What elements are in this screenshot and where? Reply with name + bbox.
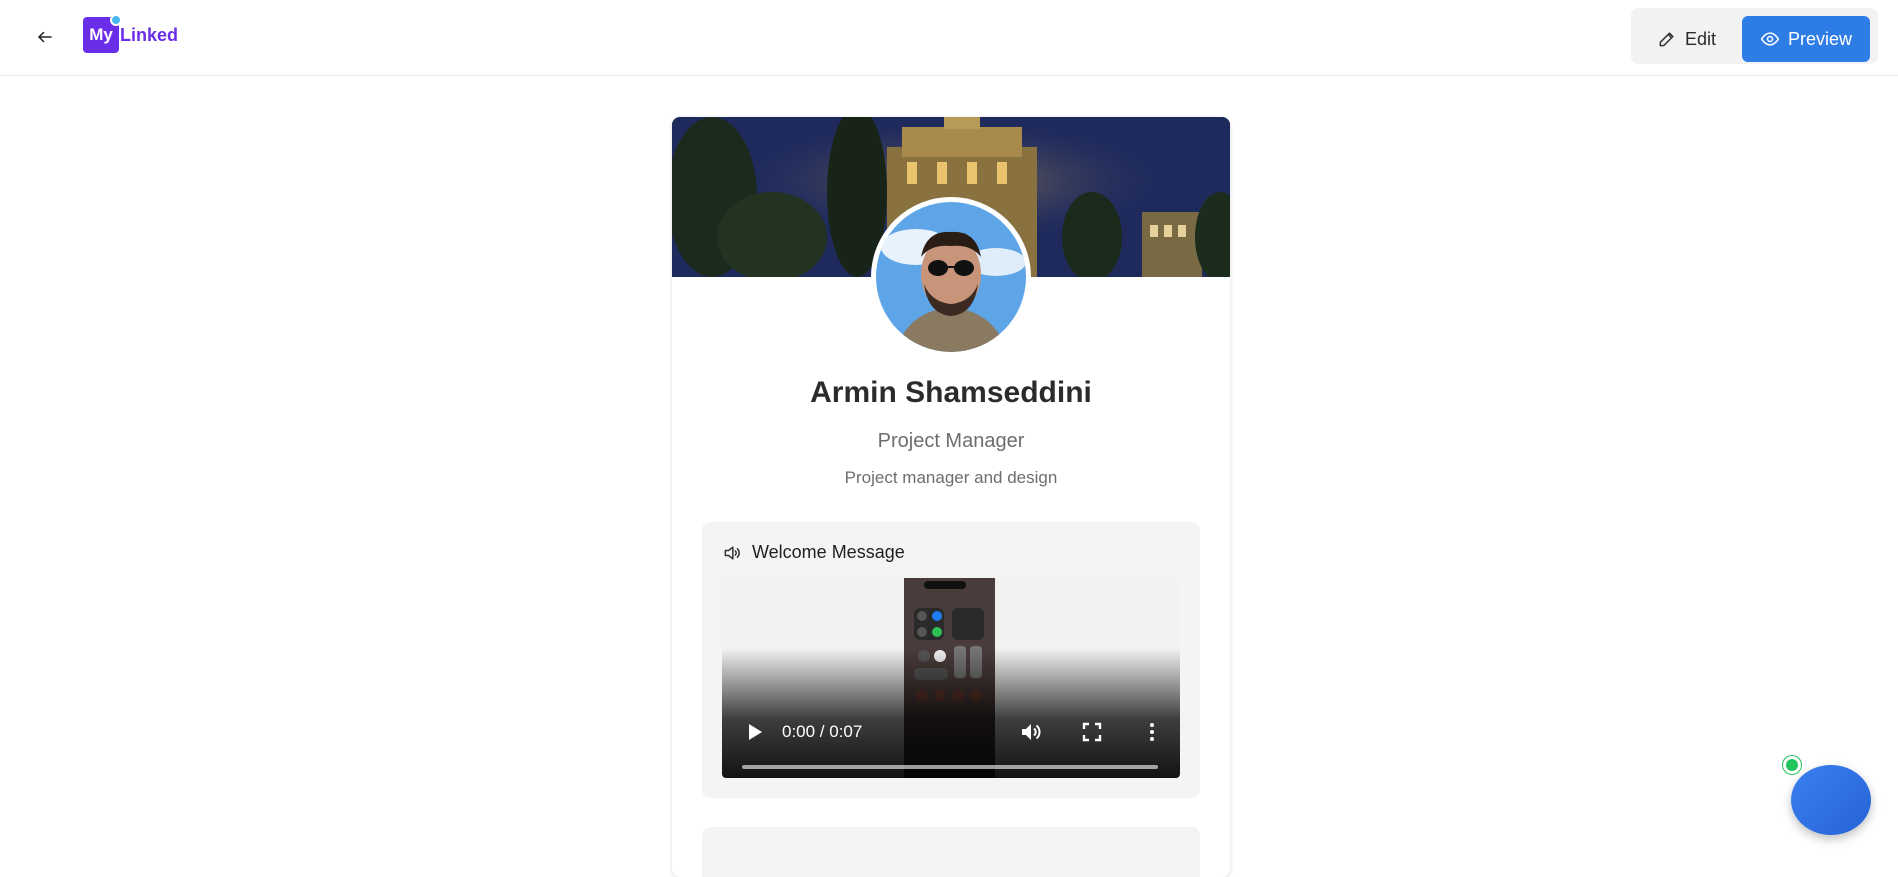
video-progress-bar[interactable] [742, 765, 1158, 769]
back-button[interactable] [30, 22, 60, 52]
profile-card: Armin Shamseddini Project Manager Projec… [672, 117, 1230, 877]
logo-dot [110, 14, 122, 26]
profile-bio: Project manager and design [844, 468, 1058, 487]
fullscreen-icon [1082, 722, 1102, 742]
logo[interactable]: My Linked [83, 14, 179, 53]
welcome-header: Welcome Message [722, 542, 905, 563]
top-bar: My Linked Edit Preview [0, 0, 1898, 76]
preview-button[interactable]: Preview [1741, 16, 1870, 62]
avatar [871, 197, 1031, 357]
welcome-title: Welcome Message [752, 542, 905, 562]
logo-text: Linked [120, 24, 179, 45]
volume-icon [1022, 724, 1041, 740]
volume-button[interactable] [1019, 720, 1043, 749]
more-vertical-icon [1150, 723, 1154, 741]
welcome-video-player[interactable]: 0:00 / 0:07 [722, 578, 1180, 778]
edit-label: Edit [1684, 28, 1716, 49]
play-icon [749, 724, 762, 740]
eye-icon [1760, 32, 1780, 46]
arrow-left-icon [38, 31, 52, 43]
logo-mark: My [83, 14, 122, 53]
avatar-photo [876, 202, 1026, 352]
profile-name: Armin Shamseddini [810, 376, 1092, 409]
edit-button[interactable]: Edit [1639, 16, 1734, 62]
chat-button[interactable] [1791, 765, 1871, 835]
video-controls: 0:00 / 0:07 [722, 698, 1180, 778]
speaker-icon [724, 545, 740, 560]
more-options-button[interactable] [1140, 720, 1164, 749]
next-section [702, 827, 1200, 877]
preview-label: Preview [1787, 28, 1852, 49]
play-button[interactable] [742, 720, 766, 749]
fullscreen-button[interactable] [1080, 720, 1104, 749]
video-time: 0:00 / 0:07 [782, 722, 863, 741]
pencil-icon [1659, 32, 1674, 47]
profile-title: Project Manager [877, 430, 1025, 452]
welcome-message-section: Welcome Message 0:00 / 0:07 [702, 522, 1200, 798]
mode-toolbar: Edit Preview [1630, 8, 1878, 64]
online-status-dot [1783, 756, 1801, 774]
